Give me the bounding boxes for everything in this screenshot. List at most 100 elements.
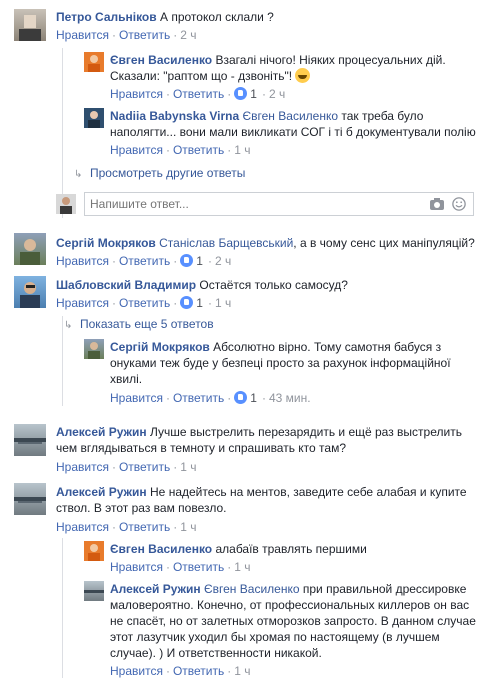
reply-button[interactable]: Ответить (173, 143, 224, 157)
timestamp[interactable]: 43 мин. (269, 391, 311, 405)
separator: · (261, 87, 266, 101)
mention-link[interactable]: Євген Василенко (204, 582, 300, 596)
avatar[interactable] (14, 424, 46, 456)
timestamp[interactable]: 2 ч (215, 254, 231, 268)
author-name[interactable]: Шабловский Владимир (56, 278, 196, 292)
separator: · (111, 460, 116, 474)
separator: · (261, 391, 266, 405)
timestamp[interactable]: 1 ч (234, 664, 250, 678)
timestamp[interactable]: 2 ч (269, 87, 285, 101)
separator: · (207, 296, 212, 310)
separator: · (173, 296, 178, 310)
timestamp[interactable]: 2 ч (180, 28, 196, 42)
comment-text: А протокол склали ? (159, 10, 274, 24)
view-other-replies-label[interactable]: Просмотреть другие ответы (90, 166, 245, 180)
like-count[interactable]: 1 (250, 391, 257, 405)
like-count[interactable]: 1 (196, 296, 203, 310)
reply-button[interactable]: Ответить (119, 460, 170, 474)
separator: · (111, 28, 116, 42)
author-name[interactable]: Сергій Мокряков (110, 340, 210, 354)
show-more-replies-link[interactable]: ↳ Показать еще 5 ответов (64, 316, 214, 334)
timestamp[interactable]: 1 ч (180, 460, 196, 474)
comment-text: , а в чому сенс цих маніпуляцій? (293, 236, 475, 250)
emoji-icon[interactable] (451, 197, 467, 211)
like-button[interactable]: Нравится (56, 296, 109, 310)
reply-input-box[interactable] (84, 192, 474, 216)
reply-thread-line (62, 538, 63, 678)
author-name[interactable]: Nadiia Babynska Virna (110, 109, 239, 123)
avatar[interactable] (14, 9, 46, 41)
avatar[interactable] (14, 233, 46, 265)
separator: · (165, 664, 170, 678)
reply-input[interactable] (85, 193, 385, 215)
comment-actions: Нравится · Ответить · 1 ч (56, 519, 197, 535)
timestamp[interactable]: 1 ч (234, 143, 250, 157)
comment-actions: Нравится · Ответить · 1 ч (110, 559, 251, 575)
separator: · (227, 391, 232, 405)
comment-body: Євген Василенко Взагалі нічого! Ніяких п… (110, 52, 480, 84)
separator: · (227, 87, 232, 101)
separator: · (173, 254, 178, 268)
separator: · (111, 254, 116, 268)
mention-link[interactable]: Станіслав Барщевський (159, 236, 293, 250)
like-button[interactable]: Нравится (110, 560, 163, 574)
like-count[interactable]: 1 (196, 254, 203, 268)
like-count[interactable]: 1 (250, 87, 257, 101)
reply-button[interactable]: Ответить (173, 87, 224, 101)
author-name[interactable]: Алексей Ружин (56, 485, 147, 499)
comment-body: Сергій Мокряков Станіслав Барщевський, а… (56, 235, 486, 251)
reply-button[interactable]: Ответить (119, 296, 170, 310)
author-name[interactable]: Сергій Мокряков (56, 236, 156, 250)
author-name[interactable]: Євген Василенко (110, 53, 212, 67)
avatar[interactable] (14, 483, 46, 515)
camera-icon[interactable] (429, 197, 445, 211)
author-name[interactable]: Алексей Ружин (56, 425, 147, 439)
avatar[interactable] (84, 581, 104, 601)
separator: · (165, 560, 170, 574)
like-button[interactable]: Нравится (110, 87, 163, 101)
separator: · (173, 460, 178, 474)
like-button[interactable]: Нравится (110, 664, 163, 678)
like-button[interactable]: Нравится (110, 391, 163, 405)
author-name[interactable]: Алексей Ружин (110, 582, 201, 596)
separator: · (227, 560, 232, 574)
avatar[interactable] (84, 52, 104, 72)
separator: · (227, 664, 232, 678)
separator: · (111, 296, 116, 310)
show-more-replies-label[interactable]: Показать еще 5 ответов (80, 317, 214, 331)
like-button[interactable]: Нравится (56, 254, 109, 268)
reply-button[interactable]: Ответить (173, 560, 224, 574)
like-button[interactable]: Нравится (56, 520, 109, 534)
reply-button[interactable]: Ответить (119, 28, 170, 42)
author-name[interactable]: Євген Василенко (110, 542, 212, 556)
reply-arrow-icon: ↳ (74, 169, 83, 180)
like-button[interactable]: Нравится (56, 28, 109, 42)
separator: · (227, 143, 232, 157)
comment-text: алабаїв травлять першими (215, 542, 367, 556)
avatar[interactable] (84, 541, 104, 561)
comment-actions: Нравится · Ответить · 1 · 1 ч (56, 295, 231, 311)
separator: · (165, 87, 170, 101)
separator: · (173, 520, 178, 534)
comment-body: Євген Василенко алабаїв травлять першими (110, 541, 480, 557)
reply-button[interactable]: Ответить (173, 664, 224, 678)
avatar[interactable] (84, 339, 104, 359)
author-name[interactable]: Петро Сальніков (56, 10, 157, 24)
like-button[interactable]: Нравится (110, 143, 163, 157)
view-other-replies-link[interactable]: ↳ Просмотреть другие ответы (74, 165, 245, 183)
mention-link[interactable]: Євген Василенко (243, 109, 339, 123)
timestamp[interactable]: 1 ч (180, 520, 196, 534)
reply-button[interactable]: Ответить (173, 391, 224, 405)
separator: · (165, 391, 170, 405)
comment-actions: Нравится · Ответить · 1 · 2 ч (110, 86, 285, 102)
comment-text: Остаётся только самосуд? (199, 278, 348, 292)
avatar[interactable] (84, 108, 104, 128)
like-button[interactable]: Нравится (56, 460, 109, 474)
timestamp[interactable]: 1 ч (234, 560, 250, 574)
avatar[interactable] (14, 276, 46, 308)
reply-button[interactable]: Ответить (119, 254, 170, 268)
reply-button[interactable]: Ответить (119, 520, 170, 534)
comment-body: Nadiia Babynska Virna Євген Василенко та… (110, 108, 480, 140)
separator: · (165, 143, 170, 157)
timestamp[interactable]: 1 ч (215, 296, 231, 310)
